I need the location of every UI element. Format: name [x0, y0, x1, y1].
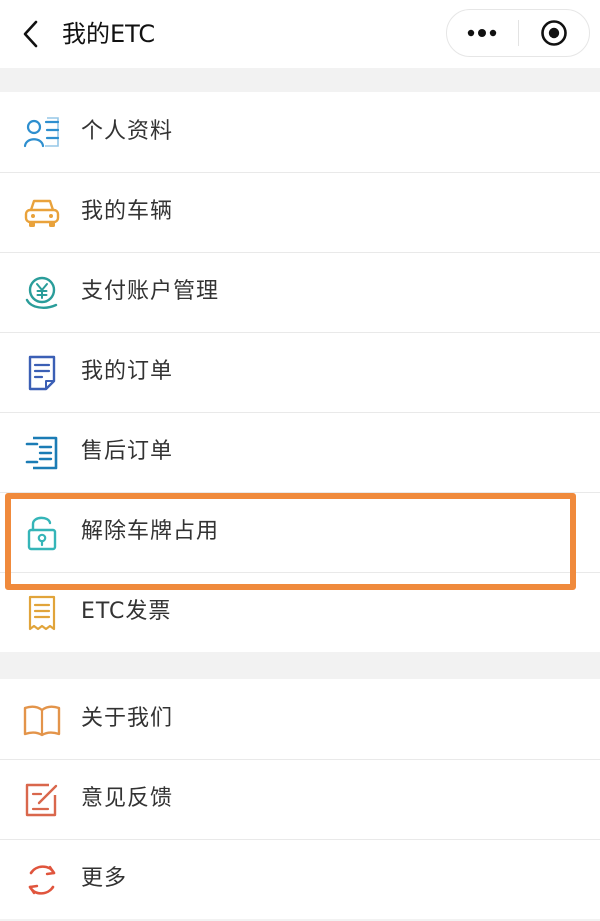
car-icon: [22, 193, 62, 233]
unlock-icon: [22, 513, 62, 553]
document-icon: [22, 353, 62, 393]
receipt-icon: [22, 593, 62, 633]
menu-item-profile[interactable]: 个人资料: [0, 92, 600, 172]
close-program-button[interactable]: [519, 10, 590, 56]
menu-item-label: ETC发票: [81, 599, 172, 624]
chevron-left-icon: [23, 20, 38, 48]
menu-item-label: 我的订单: [81, 359, 174, 384]
menu-item-etc-invoice[interactable]: ETC发票: [0, 572, 600, 652]
menu-item-label: 支付账户管理: [81, 279, 220, 304]
title-bar: 我的ETC: [0, 0, 600, 68]
menu-item-payment-account[interactable]: 支付账户管理: [0, 252, 600, 332]
menu-item-feedback[interactable]: 意见反馈: [0, 759, 600, 839]
page-title: 我的ETC: [62, 20, 156, 48]
menu-group-main: 个人资料 我的车辆 支付账户管理 我的订单 售后订单 解除车牌占用 ETC发票: [0, 92, 600, 652]
target-circle-icon: [540, 20, 567, 46]
menu-group-secondary: 关于我们 意见反馈 更多: [0, 679, 600, 919]
menu-item-my-vehicles[interactable]: 我的车辆: [0, 172, 600, 252]
more-dots-icon: [468, 29, 497, 37]
refresh-icon: [22, 860, 62, 900]
back-button[interactable]: [14, 14, 48, 54]
menu-item-label: 我的车辆: [81, 199, 174, 224]
id-card-icon: [22, 113, 62, 153]
menu-item-my-orders[interactable]: 我的订单: [0, 332, 600, 412]
menu-item-label: 解除车牌占用: [81, 519, 220, 544]
list-icon: [22, 433, 62, 473]
book-icon: [22, 700, 62, 740]
menu-item-label: 个人资料: [81, 119, 174, 144]
menu-item-more[interactable]: 更多: [0, 839, 600, 919]
menu-item-label: 售后订单: [81, 439, 174, 464]
yuan-coin-icon: [22, 273, 62, 313]
menu-item-about-us[interactable]: 关于我们: [0, 679, 600, 759]
more-button[interactable]: [447, 10, 518, 56]
menu-item-label: 意见反馈: [81, 786, 174, 811]
menu-item-release-plate[interactable]: 解除车牌占用: [0, 492, 600, 572]
menu-item-label: 更多: [81, 866, 128, 891]
menu-item-label: 关于我们: [81, 706, 174, 731]
menu-item-after-sales-orders[interactable]: 售后订单: [0, 412, 600, 492]
mini-program-capsule: [446, 9, 590, 57]
edit-icon: [22, 780, 62, 820]
